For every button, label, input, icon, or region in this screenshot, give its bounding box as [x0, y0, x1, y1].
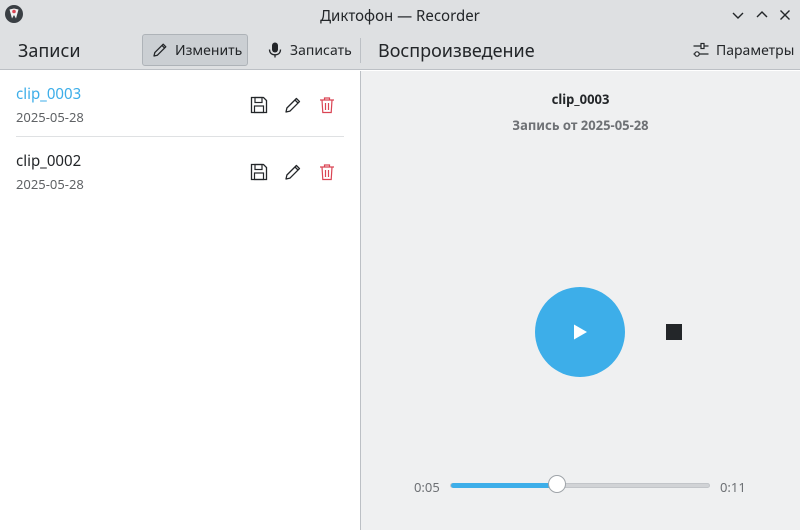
- delete-icon: [320, 164, 334, 181]
- record-button[interactable]: Записать: [258, 34, 354, 66]
- recording-name: clip_0003: [16, 84, 82, 104]
- settings-button-label: Параметры: [716, 40, 795, 60]
- record-button-label: Записать: [290, 40, 352, 60]
- play-button[interactable]: [535, 287, 625, 377]
- minimize-icon: [732, 12, 744, 19]
- main-toolbar: Записи Изменить Записать Воспроизведение…: [0, 30, 800, 70]
- playback-heading: Воспроизведение: [378, 39, 535, 63]
- play-icon: [574, 324, 587, 340]
- maximize-icon: [756, 11, 768, 18]
- player-subtitle: Запись от 2025-05-28: [512, 116, 649, 134]
- player-title: clip_0003: [551, 90, 610, 108]
- stop-button[interactable]: [666, 324, 682, 340]
- save-icon: [250, 96, 268, 114]
- seek-slider-handle[interactable]: [547, 475, 566, 493]
- save-icon: [250, 163, 268, 181]
- delete-recording-button[interactable]: [317, 162, 337, 182]
- seek-slider-progress: [451, 483, 558, 488]
- recording-date: 2025-05-28: [16, 175, 84, 193]
- rename-recording-button[interactable]: [283, 162, 303, 182]
- edit-icon: [285, 164, 301, 180]
- pencil-icon: [153, 43, 167, 57]
- edit-icon: [285, 97, 301, 113]
- recordings-list: clip_0003 2025-05-28 clip_0002 2025-05-2…: [0, 71, 360, 530]
- edit-button[interactable]: Изменить: [142, 34, 248, 66]
- close-icon: [780, 10, 790, 20]
- title-bar: Диктофон — Recorder: [0, 0, 800, 30]
- minimize-button[interactable]: [728, 5, 748, 25]
- maximize-button[interactable]: [752, 5, 772, 25]
- sliders-icon: [693, 42, 709, 57]
- close-button[interactable]: [775, 5, 795, 25]
- save-recording-button[interactable]: [249, 95, 269, 115]
- recording-name: clip_0002: [16, 151, 82, 171]
- delete-recording-button[interactable]: [317, 95, 337, 115]
- recording-item[interactable]: clip_0002 2025-05-28: [0, 138, 360, 204]
- recording-item[interactable]: clip_0003 2025-05-28: [0, 71, 360, 137]
- window-title: Диктофон — Recorder: [320, 6, 480, 26]
- recordings-heading: Записи: [18, 39, 81, 63]
- recording-date: 2025-05-28: [16, 108, 84, 126]
- microphone-icon: [268, 42, 282, 58]
- current-time: 0:05: [414, 478, 440, 496]
- settings-button[interactable]: Параметры: [684, 34, 794, 66]
- toolbar-separator: [360, 38, 361, 63]
- player-panel: clip_0003 Запись от 2025-05-28 0:05 0:11: [361, 71, 800, 530]
- seek-slider[interactable]: [450, 483, 710, 488]
- save-recording-button[interactable]: [249, 162, 269, 182]
- total-time: 0:11: [720, 478, 746, 496]
- rename-recording-button[interactable]: [283, 95, 303, 115]
- delete-icon: [320, 97, 334, 114]
- edit-button-label: Изменить: [175, 40, 243, 60]
- list-divider: [16, 136, 344, 137]
